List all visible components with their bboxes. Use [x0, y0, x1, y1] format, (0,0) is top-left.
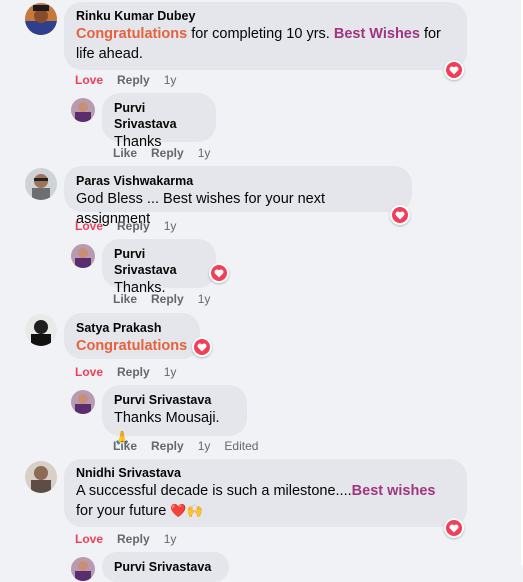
love-reaction-badge[interactable] [444, 60, 464, 80]
text-part: for your future [76, 503, 171, 519]
love-button[interactable]: Love [75, 365, 103, 379]
timestamp[interactable]: 1y [164, 73, 177, 87]
love-reaction-badge[interactable] [390, 205, 410, 225]
avatar-image [71, 244, 95, 268]
comment-bubble: Purvi Srivastava Thanks [102, 93, 216, 150]
timestamp[interactable]: 1y [164, 365, 177, 379]
comment-author[interactable]: Purvi Srivastava [114, 392, 235, 408]
comment-actions: Love Reply 1y [75, 72, 190, 88]
like-button[interactable]: Like [113, 146, 137, 160]
avatar-image [25, 3, 57, 35]
comment-actions: Like Reply 1y [113, 291, 224, 307]
edited-label: Edited [224, 439, 259, 453]
avatar[interactable] [25, 461, 57, 493]
congratulations-text: Congratulations [76, 338, 188, 354]
avatar[interactable] [25, 3, 57, 35]
love-button[interactable]: Love [75, 73, 103, 87]
comment-actions: Like Reply 1y [113, 145, 224, 161]
avatar-image [25, 461, 57, 493]
love-button[interactable]: Love [75, 219, 103, 233]
like-button[interactable]: Like [113, 439, 137, 453]
love-reaction-badge[interactable] [444, 518, 464, 538]
comment-actions: Love Reply 1y [75, 531, 190, 547]
like-button[interactable]: Like [113, 292, 137, 306]
reply-button[interactable]: Reply [117, 73, 150, 87]
avatar[interactable] [25, 168, 57, 200]
comment-actions: Like Reply 1y Edited [113, 438, 272, 454]
avatar[interactable] [71, 244, 95, 268]
best-wishes-text: Best wishes [351, 483, 436, 499]
comment-bubble: Paras Vishwakarma God Bless ... Best wis… [64, 166, 412, 227]
avatar-image [25, 314, 57, 346]
heart-icon [446, 62, 462, 78]
comment-bubble: Satya Prakash Congratulations [64, 313, 200, 359]
comment-author[interactable]: Purvi Srivastava [114, 559, 217, 575]
reply-button[interactable]: Reply [151, 292, 184, 306]
timestamp[interactable]: 1y [198, 146, 211, 160]
heart-icon [446, 520, 462, 536]
avatar-image [71, 98, 95, 122]
avatar-image [25, 168, 57, 200]
avatar-image [71, 390, 95, 414]
timestamp[interactable]: 1y [198, 292, 211, 306]
reply-button[interactable]: Reply [117, 219, 150, 233]
comment-bubble: Purvi Srivastava [102, 552, 229, 582]
comment-bubble: Purvi Srivastava Thanks Mousaji.🙏 [102, 385, 247, 445]
reply-button[interactable]: Reply [151, 146, 184, 160]
heart-icon [211, 265, 227, 281]
comment-author[interactable]: Rinku Kumar Dubey [76, 8, 455, 24]
avatar[interactable] [71, 390, 95, 414]
text-part: A successful decade is such a milestone.… [76, 483, 352, 499]
text-part: for completing 10 yrs. [187, 26, 334, 42]
comment-bubble: Rinku Kumar Dubey Congratulations for co… [64, 2, 467, 70]
reply-button[interactable]: Reply [117, 365, 150, 379]
avatar[interactable] [71, 557, 95, 581]
comment-text: Congratulations for completing 10 yrs. B… [76, 24, 455, 64]
text-part: Thanks Mousaji. [114, 410, 220, 426]
comment-bubble: Nnidhi Srivastava A successful decade is… [64, 459, 467, 527]
heart-icon [392, 207, 408, 223]
comment-actions: Love Reply 1y [75, 364, 190, 380]
congratulations-text: Congratulations [76, 26, 188, 42]
timestamp[interactable]: 1y [164, 532, 177, 546]
timestamp[interactable]: 1y [164, 219, 177, 233]
comment-text: A successful decade is such a milestone.… [76, 481, 455, 521]
avatar-image [71, 557, 95, 581]
love-reaction-badge[interactable] [209, 263, 229, 283]
reply-button[interactable]: Reply [117, 532, 150, 546]
avatar[interactable] [25, 314, 57, 346]
comment-author[interactable]: Purvi Srivastava [114, 246, 204, 278]
comment-actions: Love Reply 1y [75, 218, 190, 234]
heart-and-raising-hands-emoji-icon: ❤️🙌 [170, 503, 203, 518]
heart-icon [194, 339, 210, 355]
timestamp[interactable]: 1y [198, 439, 211, 453]
comment-author[interactable]: Purvi Srivastava [114, 100, 204, 132]
comment-author[interactable]: Paras Vishwakarma [76, 173, 400, 189]
love-button[interactable]: Love [75, 532, 103, 546]
love-reaction-badge[interactable] [192, 337, 212, 357]
avatar[interactable] [71, 98, 95, 122]
comment-author[interactable]: Satya Prakash [76, 320, 188, 336]
comment-author[interactable]: Nnidhi Srivastava [76, 465, 455, 481]
best-wishes-text: Best Wishes [333, 26, 420, 42]
reply-button[interactable]: Reply [151, 439, 184, 453]
comment-bubble: Purvi Srivastava Thanks. [102, 239, 216, 296]
